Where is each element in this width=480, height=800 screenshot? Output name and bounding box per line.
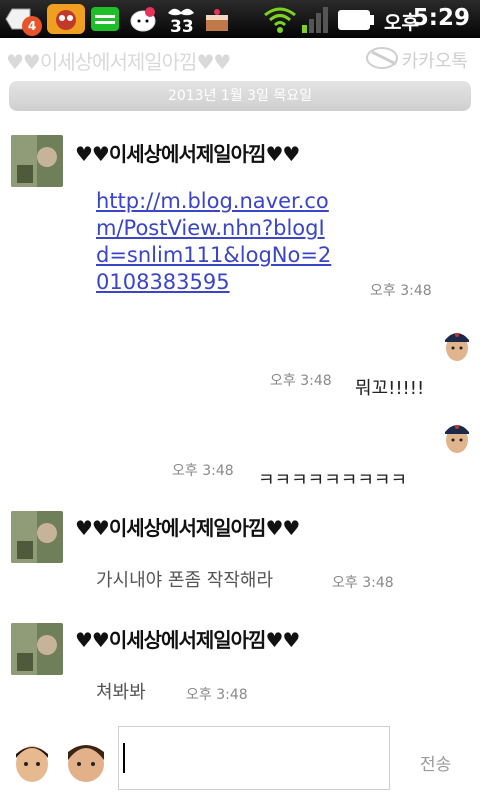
monkey-game-icon <box>47 4 85 34</box>
my-avatar-icon[interactable] <box>442 418 472 456</box>
status-counter: 33 <box>170 17 194 37</box>
emoticon-face-icon[interactable] <box>12 736 52 784</box>
message-input[interactable] <box>118 726 390 790</box>
wifi-icon <box>264 7 296 33</box>
composer-bar: 전송 <box>0 722 480 800</box>
sender-name: ♥♥이세상에서제일아낌♥♥ <box>75 516 300 540</box>
brand-label: 카카오톡 <box>401 51 468 72</box>
status-time: 5:29 <box>412 5 470 31</box>
sticker-face-icon[interactable] <box>64 736 108 784</box>
notification-badge: 4 <box>22 16 42 36</box>
friend-avatar[interactable] <box>11 135 63 187</box>
message-time: 오후 3:48 <box>172 463 234 479</box>
send-button[interactable]: 전송 <box>420 750 451 775</box>
profile-photo-icon <box>11 511 63 563</box>
message-text: 가시내야 폰좀 작작해라 <box>96 570 274 591</box>
message-time: 오후 3:48 <box>270 373 332 389</box>
message-time: 오후 3:48 <box>186 687 248 703</box>
message-time: 오후 3:48 <box>370 283 432 299</box>
my-avatar-icon[interactable] <box>442 326 472 364</box>
kakaotalk-logo-icon <box>366 47 398 69</box>
date-separator: 2013년 1월 3일 목요일 <box>9 81 471 111</box>
friend-avatar[interactable] <box>11 623 63 675</box>
message-text: ㅋㅋㅋㅋㅋㅋㅋㅋㅋ <box>258 470 408 491</box>
battery-icon <box>338 10 374 30</box>
message-text: 쳐봐봐 <box>96 682 146 703</box>
signal-icon <box>302 7 328 33</box>
sender-name: ♥♥이세상에서제일아낌♥♥ <box>75 628 300 652</box>
message-text: 뭐꼬!!!!! <box>355 378 425 399</box>
profile-photo-icon <box>11 623 63 675</box>
sender-name: ♥♥이세상에서제일아낌♥♥ <box>75 142 300 166</box>
cake-icon <box>206 9 228 31</box>
chat-title: ♥♥이세상에서제일아낌♥♥ <box>6 50 231 74</box>
profile-photo-icon <box>11 135 63 187</box>
message-link[interactable]: http://m.blog.naver.com/PostView.nhn?blo… <box>96 188 336 296</box>
hello-kitty-icon <box>130 7 156 32</box>
message-time: 오후 3:48 <box>332 575 394 591</box>
chat-header: ♥♥이세상에서제일아낌♥♥ 카카오톡 <box>0 38 480 78</box>
status-bar: 4 33 오후 5:29 <box>0 0 480 38</box>
text-caret <box>123 743 125 773</box>
friend-avatar[interactable] <box>11 511 63 563</box>
naver-app-icon <box>91 7 119 31</box>
